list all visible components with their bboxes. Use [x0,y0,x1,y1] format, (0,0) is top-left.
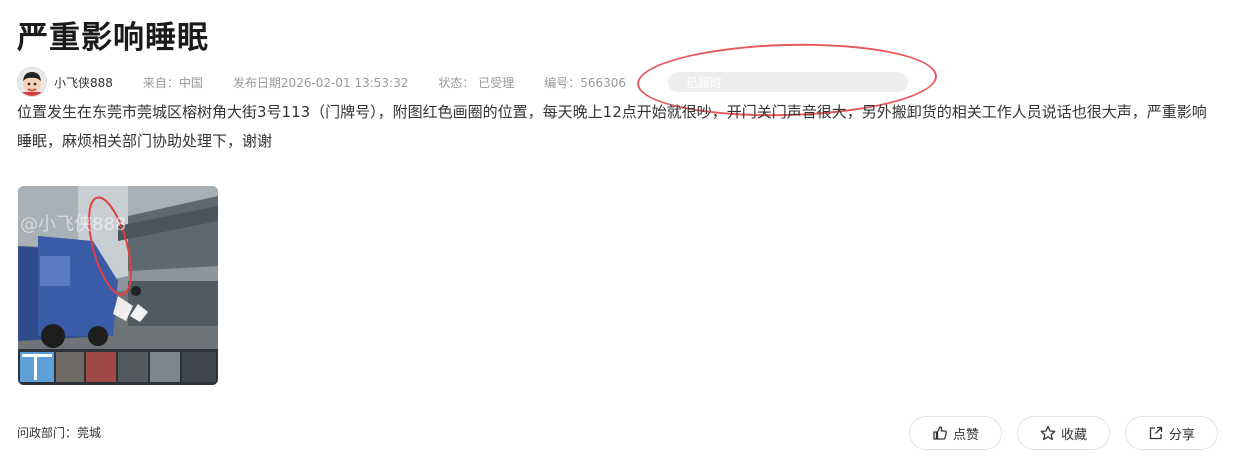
department-label: 问政部门：莞城 [17,426,102,440]
avatar-cartoon-icon [22,72,42,96]
timeout-badge-label: 已超时 [686,75,723,90]
street-photo-image: @小飞侠888 [18,186,218,385]
source-location: 来自：中国 [142,75,203,90]
post-meta: 小飞侠888 来自：中国 发布日期2026-02-01 13:53:32 状态：… [17,67,909,97]
post-number: 编号：566306 [544,75,627,90]
status-text: 状态： 已受理 [438,75,515,90]
thumbs-up-icon [933,426,947,440]
like-label: 点赞 [952,427,979,443]
timeout-badge: 已超时 [668,72,909,92]
share-icon [1149,426,1163,440]
avatar[interactable] [17,67,47,97]
attached-photo[interactable]: @小飞侠888 [18,186,218,385]
post-title: 严重影响睡眠 [17,20,209,56]
like-button[interactable]: 点赞 [909,416,1002,450]
author-name[interactable]: 小飞侠888 [54,74,113,91]
share-label: 分享 [1168,427,1195,443]
star-icon [1040,425,1056,441]
publish-date: 发布日期2026-02-01 13:53:32 [232,75,409,90]
favorite-button[interactable]: 收藏 [1017,416,1110,450]
photo-watermark: @小飞侠888 [20,214,126,235]
post-body: 位置发生在东莞市莞城区榕树角大街3号113（门牌号），附图红色画圈的位置，每天晚… [17,103,1207,150]
share-button[interactable]: 分享 [1125,416,1218,450]
favorite-label: 收藏 [1060,427,1087,443]
